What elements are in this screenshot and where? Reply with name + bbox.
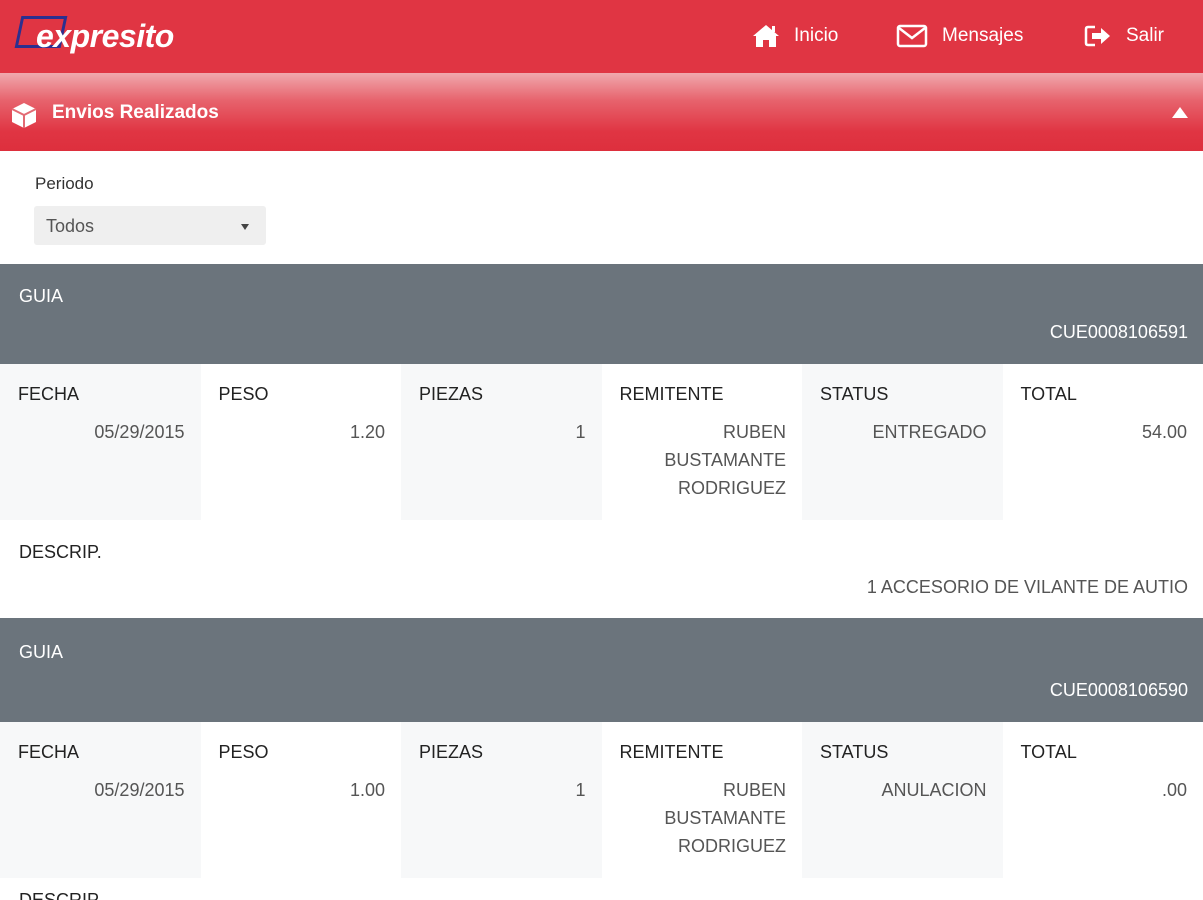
guia-number[interactable]: CUE0008106590 xyxy=(1050,680,1188,701)
status-header: STATUS xyxy=(820,742,889,762)
remitente-value: RUBEN BUSTAMANTE RODRIGUEZ xyxy=(664,780,786,856)
home-icon xyxy=(753,25,779,47)
periodo-select[interactable]: Todos xyxy=(34,206,266,245)
status-header: STATUS xyxy=(820,384,889,404)
package-icon xyxy=(11,103,37,128)
section-title: Envios Realizados xyxy=(52,102,219,123)
nav-salir[interactable]: Salir xyxy=(1084,18,1164,54)
dropdown-arrow-icon xyxy=(241,224,249,230)
status-value: ANULACION xyxy=(881,780,987,800)
piezas-value: 1 xyxy=(575,780,586,800)
peso-cell: PESO 1.00 xyxy=(201,722,402,878)
peso-cell: PESO 1.20 xyxy=(201,364,402,520)
total-cell: TOTAL 54.00 xyxy=(1003,364,1203,520)
expresito-logo[interactable]: expresito xyxy=(14,16,216,56)
envios-section-header[interactable]: Envios Realizados xyxy=(0,73,1203,151)
top-navbar: expresito Inicio Mensajes Salir xyxy=(0,0,1203,73)
remitente-cell: REMITENTE RUBEN BUSTAMANTE RODRIGUEZ xyxy=(602,364,803,520)
total-header: TOTAL xyxy=(1020,742,1077,762)
periodo-label: Periodo xyxy=(35,174,94,193)
piezas-header: PIEZAS xyxy=(419,742,484,762)
piezas-header: PIEZAS xyxy=(419,384,484,404)
status-cell: STATUS ENTREGADO xyxy=(802,364,1003,520)
piezas-cell: PIEZAS 1 xyxy=(401,722,602,878)
total-value: .00 xyxy=(1161,780,1187,800)
total-header: TOTAL xyxy=(1020,384,1077,404)
status-value: ENTREGADO xyxy=(872,422,987,442)
piezas-value: 1 xyxy=(575,422,586,442)
descrip-label: DESCRIP. xyxy=(19,890,102,900)
descrip-label: DESCRIP. xyxy=(19,542,102,562)
remitente-cell: REMITENTE RUBEN BUSTAMANTE RODRIGUEZ xyxy=(602,722,803,878)
fecha-value: 05/29/2015 xyxy=(94,780,185,800)
total-cell: TOTAL .00 xyxy=(1003,722,1203,878)
sign-out-icon xyxy=(1084,25,1110,47)
peso-value: 1.20 xyxy=(349,422,385,442)
remitente-value: RUBEN BUSTAMANTE RODRIGUEZ xyxy=(664,422,786,498)
remitente-header: REMITENTE xyxy=(619,742,724,762)
nav-inicio[interactable]: Inicio xyxy=(752,18,838,54)
periodo-selected-value: Todos xyxy=(46,216,95,236)
fecha-header: FECHA xyxy=(18,742,80,762)
guia-label: GUIA xyxy=(19,642,64,662)
remitente-header: REMITENTE xyxy=(619,384,724,404)
guia-details-row: FECHA 05/29/2015 PESO 1.00 PIEZAS 1 REMI… xyxy=(0,722,1203,878)
fecha-cell: FECHA 05/29/2015 xyxy=(0,722,201,878)
guia-number[interactable]: CUE0008106591 xyxy=(1050,322,1188,343)
nav-mensajes[interactable]: Mensajes xyxy=(896,18,1023,54)
guia-card: GUIA CUE0008106590 FECHA 05/29/2015 PESO… xyxy=(0,618,1203,878)
status-cell: STATUS ANULACION xyxy=(802,722,1003,878)
logo-text: expresito xyxy=(36,18,174,54)
total-value: 54.00 xyxy=(1141,422,1187,442)
guia-label: GUIA xyxy=(19,286,64,306)
nav-inicio-label: Inicio xyxy=(794,25,839,46)
nav-mensajes-label: Mensajes xyxy=(942,25,1024,46)
envelope-icon xyxy=(896,24,928,48)
guia-details-row: FECHA 05/29/2015 PESO 1.20 PIEZAS 1 REMI… xyxy=(0,364,1203,520)
guia-header: GUIA CUE0008106590 xyxy=(0,618,1203,722)
nav-salir-label: Salir xyxy=(1126,25,1165,46)
peso-value: 1.00 xyxy=(349,780,385,800)
descrip-row: DESCRIP. 1 ACCESORIO DE VILANTE DE AUTIO xyxy=(0,520,1203,618)
piezas-cell: PIEZAS 1 xyxy=(401,364,602,520)
fecha-value: 05/29/2015 xyxy=(94,422,185,442)
peso-header: PESO xyxy=(218,742,269,762)
peso-header: PESO xyxy=(218,384,269,404)
descrip-value: 1 ACCESORIO DE VILANTE DE AUTIO xyxy=(866,577,1188,597)
fecha-header: FECHA xyxy=(18,384,80,404)
fecha-cell: FECHA 05/29/2015 xyxy=(0,364,201,520)
guia-header: GUIA CUE0008106591 xyxy=(0,264,1203,364)
guia-card: GUIA CUE0008106591 FECHA 05/29/2015 PESO… xyxy=(0,264,1203,618)
collapse-caret-icon[interactable] xyxy=(1172,107,1188,118)
